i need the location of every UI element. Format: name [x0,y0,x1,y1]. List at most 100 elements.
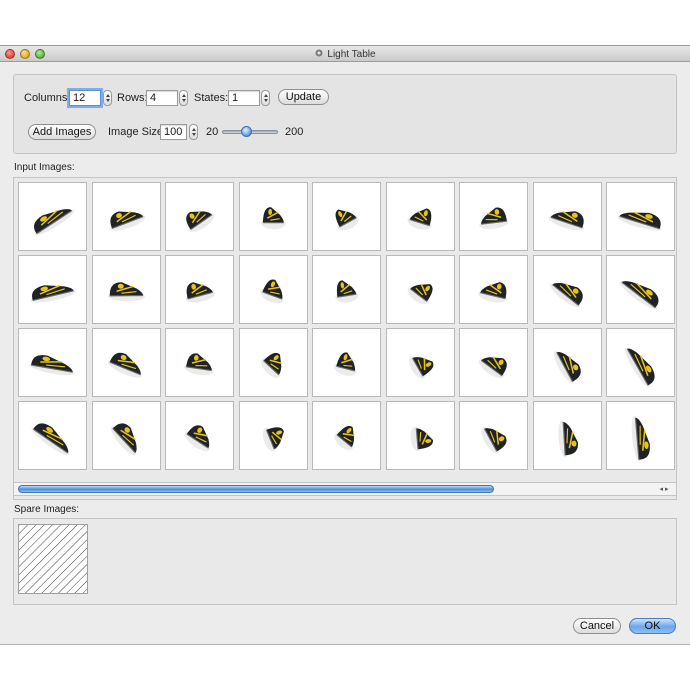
slider-min-label: 20 [206,126,219,138]
image-thumbnail[interactable] [165,401,234,470]
image-thumbnail[interactable] [312,255,381,324]
sneaker-icon [259,279,284,304]
image-thumbnail[interactable] [312,401,381,470]
sneaker-icon [410,426,433,452]
hatched-placeholder-icon[interactable] [18,524,88,594]
states-stepper[interactable] [261,90,270,106]
input-images-grid [13,177,677,500]
columns-input[interactable]: 12 [69,90,101,106]
states-label: States: [194,92,229,104]
image-thumbnail[interactable] [532,182,602,251]
image-thumbnail[interactable] [165,182,234,251]
image-thumbnail[interactable] [238,255,308,324]
sneaker-icon [335,209,359,231]
image-thumbnail[interactable] [459,255,528,324]
image-thumbnail[interactable] [606,182,675,251]
spare-images-area [13,518,677,605]
image-thumbnail[interactable] [91,255,161,324]
image-thumbnail[interactable] [606,328,675,397]
image-thumbnail[interactable] [312,328,381,397]
image-thumbnail[interactable] [385,255,455,324]
sneaker-icon [619,281,659,310]
sneaker-icon [29,355,75,376]
sneaker-icon [30,284,76,303]
image-thumbnail[interactable] [606,401,675,470]
window-title-text: Light Table [327,49,376,60]
image-thumbnail[interactable] [18,255,87,324]
sneaker-icon [185,282,215,303]
sneaker-icon [260,207,286,230]
states-input[interactable]: 1 [228,90,260,106]
image-thumbnail[interactable] [385,401,455,470]
slider-max-label: 200 [285,126,304,138]
sneaker-icon [260,352,282,378]
scroll-arrows-icon[interactable]: ◂ ▸ [655,485,673,494]
sneaker-icon [335,280,359,303]
horizontal-scrollbar[interactable]: ◂ ▸ [13,482,677,496]
sneaker-icon [334,425,355,451]
sneaker-icon [631,415,650,462]
light-table-window: Light Table Columns: 12 Rows: 4 States: … [0,45,690,645]
image-size-slider-thumb[interactable] [241,126,253,137]
sneaker-icon [407,283,433,305]
settings-panel: Columns: 12 Rows: 4 States: 1 Update Add… [13,74,677,154]
image-thumbnail[interactable] [238,182,308,251]
columns-stepper[interactable] [103,90,112,106]
horizontal-scrollbar-thumb[interactable] [18,485,494,493]
image-thumbnail[interactable] [459,182,528,251]
rows-input[interactable]: 4 [146,90,178,106]
spare-images-label: Spare Images: [14,504,80,515]
image-thumbnail[interactable] [532,401,602,470]
sneaker-icon [617,211,662,231]
title-bar: Light Table [0,46,690,62]
image-thumbnail[interactable] [606,255,675,324]
columns-label: Columns: [24,92,71,104]
sneaker-icon [479,207,509,230]
image-thumbnail[interactable] [238,401,308,470]
add-images-button[interactable]: Add Images [28,124,96,140]
image-thumbnail[interactable] [165,255,234,324]
sneaker-icon [107,352,142,378]
image-thumbnail[interactable] [312,182,381,251]
sneaker-icon [624,347,655,388]
sneaker-icon [548,211,584,231]
sneaker-icon [110,423,137,456]
sneaker-icon [107,282,145,302]
image-thumbnail[interactable] [385,328,455,397]
image-thumbnail[interactable] [18,328,87,397]
sneaker-icon [184,353,214,376]
image-thumbnail[interactable] [459,328,528,397]
sneaker-icon [334,352,357,376]
sneaker-icon [478,356,507,379]
image-thumbnail[interactable] [91,182,161,251]
app-icon [315,49,323,57]
rows-stepper[interactable] [179,90,188,106]
image-thumbnail[interactable] [532,255,602,324]
sneaker-icon [184,425,210,452]
sneaker-icon [408,356,433,379]
sneaker-icon [553,351,581,384]
sneaker-icon [33,209,75,236]
ok-button[interactable]: OK [629,618,676,634]
sneaker-icon [186,210,215,232]
rows-label: Rows: [117,92,148,104]
image-thumbnail[interactable] [91,401,161,470]
image-thumbnail[interactable] [18,401,87,470]
window-title: Light Table [0,48,690,60]
cancel-button[interactable]: Cancel [573,618,621,634]
input-images-label: Input Images: [14,162,75,173]
image-thumbnail[interactable] [459,401,528,470]
image-thumbnail[interactable] [385,182,455,251]
update-button[interactable]: Update [278,89,329,105]
image-size-label: Image Size: [108,126,167,138]
image-thumbnail[interactable] [165,328,234,397]
sneaker-icon [262,427,284,452]
image-size-input[interactable]: 100 [160,124,187,140]
image-thumbnail[interactable] [238,328,308,397]
sneaker-icon [109,210,145,231]
image-size-stepper[interactable] [189,124,198,140]
image-thumbnail[interactable] [18,182,87,251]
image-thumbnail[interactable] [532,328,602,397]
image-thumbnail[interactable] [91,328,161,397]
sneaker-icon [478,282,508,303]
